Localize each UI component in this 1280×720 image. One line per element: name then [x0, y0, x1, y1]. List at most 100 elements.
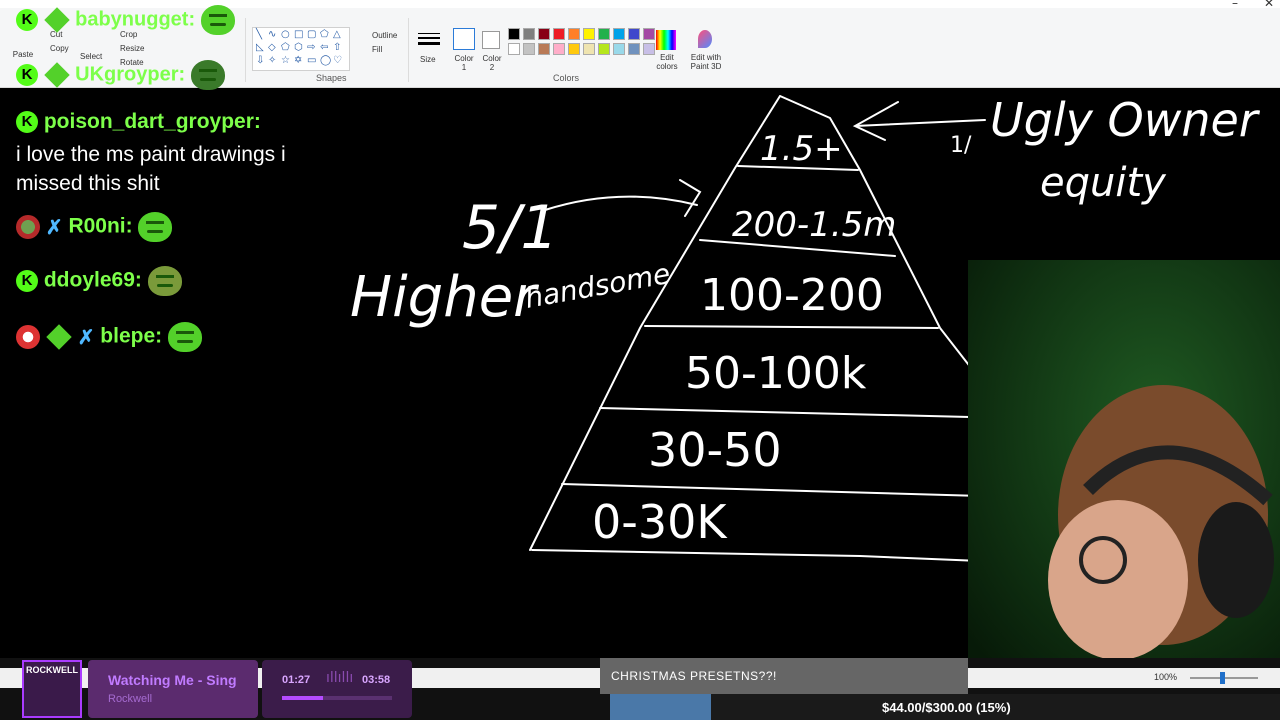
smug-emote-icon: [167, 322, 202, 352]
chat-text: i love the ms paint drawings i missed th…: [16, 140, 286, 198]
palette-swatch[interactable]: [508, 28, 520, 40]
chat-message-1: K poison_dart_groyper: i love the ms pai…: [16, 110, 286, 198]
face: [1048, 500, 1188, 660]
close-icon[interactable]: ✕: [1264, 0, 1274, 10]
palette-swatch[interactable]: [538, 28, 550, 40]
star4-icon[interactable]: ✧: [268, 55, 276, 66]
chat-text-line: missed this shit: [16, 172, 160, 195]
chat-username: ddoyle69:: [43, 268, 142, 292]
color1-label: Color 1: [454, 54, 474, 72]
copy-button[interactable]: Copy: [50, 44, 69, 53]
kick-badge-icon: K: [16, 270, 38, 292]
rounded-rect-icon[interactable]: ▢: [307, 29, 316, 40]
triangle-icon[interactable]: △: [333, 29, 341, 40]
kick-badge-icon: K: [16, 64, 38, 86]
donation-goal-widget: CHRISTMAS PRESETNS??! $44.00/$300.00 (15…: [600, 658, 1280, 720]
donation-track: $44.00/$300.00 (15%): [610, 694, 1280, 720]
kick-badge-icon: K: [16, 111, 38, 134]
paste-button[interactable]: Paste: [12, 50, 34, 59]
palette-swatch[interactable]: [613, 43, 625, 55]
right-triangle-icon[interactable]: ◺: [256, 42, 264, 53]
oval-callout-icon[interactable]: ◯: [320, 55, 331, 66]
palette-swatch[interactable]: [598, 28, 610, 40]
smug-emote-icon: [200, 5, 235, 35]
edit-paint3d-button[interactable]: Edit with Paint 3D: [686, 53, 726, 71]
sword-badge-icon: ✗: [45, 216, 63, 239]
outline-dropdown[interactable]: Outline: [372, 31, 397, 40]
chat-message-4: ✗ blepe:: [16, 322, 202, 352]
elapsed-time: 01:27: [282, 674, 311, 686]
paint3d-icon[interactable]: [698, 30, 712, 48]
callout-icon[interactable]: ▭: [307, 55, 316, 66]
palette-swatch[interactable]: [553, 28, 565, 40]
color1-swatch[interactable]: [453, 28, 475, 50]
ratio-label: 5/1: [462, 193, 559, 263]
oval-icon[interactable]: ○: [281, 29, 290, 40]
color2-label: Color 2: [482, 54, 502, 72]
palette-swatch[interactable]: [583, 28, 595, 40]
palette-swatch[interactable]: [508, 43, 520, 55]
equity-label: equity: [1040, 160, 1167, 206]
tier-line-4: [599, 407, 1011, 419]
song-artist: Rockwell: [108, 693, 153, 705]
star5-icon[interactable]: ☆: [281, 55, 290, 66]
shapes-gallery[interactable]: ╲ ∿ ○ □ ▢ ⬠ △ ◺ ◇ ⬠ ⬡ ⇨ ⇦ ⇧ ⇩ ✧ ☆ ✡ ▭ ◯ …: [252, 27, 350, 71]
curve-icon[interactable]: ∿: [268, 29, 276, 40]
color2-swatch[interactable]: [482, 31, 500, 49]
hexagon-icon[interactable]: ⬡: [294, 42, 303, 53]
palette-swatch[interactable]: [538, 43, 550, 55]
song-title: Watching Me - Sing: [108, 672, 237, 688]
shapes-group-label: Shapes: [316, 73, 347, 83]
arrow-left-icon[interactable]: ⇦: [320, 42, 328, 53]
chat-message-3: K ddoyle69:: [16, 266, 182, 296]
palette-swatch[interactable]: [568, 28, 580, 40]
palette-swatch[interactable]: [613, 28, 625, 40]
rectangle-icon[interactable]: □: [294, 29, 303, 40]
palette-swatch[interactable]: [628, 43, 640, 55]
colors-group-label: Colors: [553, 73, 580, 83]
ugly-owner-label: Ugly Owner: [990, 93, 1261, 147]
tier-label-4: 50-100k: [685, 348, 867, 399]
arrow-down-icon[interactable]: ⇩: [256, 55, 264, 66]
minimize-icon[interactable]: –: [1232, 0, 1238, 10]
chat-top-line-1: K babynugget:: [16, 5, 235, 35]
palette-swatch[interactable]: [583, 43, 595, 55]
handsome-label: handsome: [522, 257, 672, 315]
tier-label-2: 200-1.5m: [732, 205, 896, 245]
palette-swatch[interactable]: [553, 43, 565, 55]
tier-label-3: 100-200: [700, 270, 884, 321]
chat-username: babynugget:: [75, 8, 196, 31]
ticker-bar: CHRISTMAS PRESETNS??!: [600, 658, 968, 694]
palette-swatch[interactable]: [643, 28, 655, 40]
smug-emote-icon: [138, 212, 173, 242]
edit-colors-button[interactable]: Edit colors: [650, 53, 684, 71]
palette-swatch[interactable]: [523, 43, 535, 55]
palette-swatch[interactable]: [523, 28, 535, 40]
arrow-to-pyramid: [544, 179, 702, 217]
kick-badge-icon: K: [16, 9, 38, 31]
chat-username: R00ni:: [68, 214, 133, 238]
diamond-icon[interactable]: ◇: [268, 42, 276, 53]
palette-swatch[interactable]: [568, 43, 580, 55]
line-icon[interactable]: ╲: [256, 29, 262, 40]
polygon-icon[interactable]: ⬠: [320, 29, 329, 40]
edit-colors-icon[interactable]: [656, 30, 676, 50]
star6-icon[interactable]: ✡: [294, 55, 302, 66]
santa-groyper-badge-icon: [16, 215, 40, 239]
diamond-badge-icon: [43, 62, 70, 88]
resize-button[interactable]: Resize: [120, 44, 144, 53]
palette-swatch[interactable]: [628, 28, 640, 40]
tier-label-5: 30-50: [648, 423, 782, 477]
diamond-badge-icon: [46, 324, 72, 350]
tier-line-3: [644, 325, 939, 329]
arrow-up-icon[interactable]: ⇧: [333, 42, 341, 53]
palette-swatch[interactable]: [598, 43, 610, 55]
heart-icon[interactable]: ♡: [333, 55, 342, 66]
size-button[interactable]: [418, 30, 440, 54]
pentagon-icon[interactable]: ⬠: [281, 42, 290, 53]
waveform-icon: ıllıllı: [326, 670, 354, 686]
arrow-right-icon[interactable]: ⇨: [307, 42, 315, 53]
fill-dropdown[interactable]: Fill: [372, 45, 382, 54]
higher-label: Higher: [350, 265, 539, 330]
chat-username: UKgroyper:: [75, 63, 186, 86]
